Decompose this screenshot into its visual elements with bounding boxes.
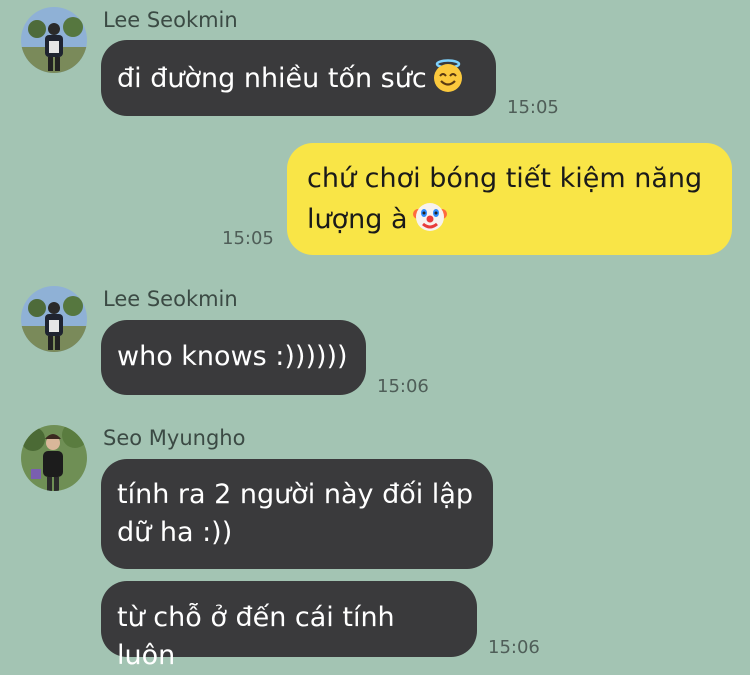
message-text: chứ chơi bóng tiết kiệm năng lượng à	[307, 163, 703, 235]
smiling-face-with-halo-icon	[431, 59, 465, 104]
message-timestamp: 15:06	[488, 637, 540, 658]
avatar-lee-seokmin[interactable]	[21, 7, 87, 73]
message-bubble-incoming[interactable]: từ chỗ ở đến cái tính luôn	[101, 581, 477, 671]
message-timestamp: 15:05	[507, 97, 559, 118]
message-bubble-incoming[interactable]: tính ra 2 người này đối lập dữ ha :))	[101, 459, 493, 569]
message-bubble-incoming[interactable]: who knows :))))))	[101, 320, 366, 395]
message-text: tính ra 2 người này đối lập dữ ha :))	[117, 479, 473, 548]
message-timestamp: 15:05	[222, 228, 274, 249]
sender-name: Seo Myungho	[103, 426, 246, 450]
message-bubble-incoming[interactable]: đi đường nhiều tốn sức	[101, 40, 496, 116]
message-text: đi đường nhiều tốn sức	[117, 63, 427, 94]
sender-name: Lee Seokmin	[103, 287, 238, 311]
message-bubble-outgoing[interactable]: chứ chơi bóng tiết kiệm năng lượng à	[287, 143, 732, 255]
clown-face-icon	[412, 198, 448, 245]
avatar-seo-myungho[interactable]	[21, 425, 87, 491]
sender-name: Lee Seokmin	[103, 8, 238, 32]
message-timestamp: 15:06	[377, 376, 429, 397]
avatar-lee-seokmin[interactable]	[21, 286, 87, 352]
message-text: who knows :))))))	[117, 341, 348, 372]
message-text: từ chỗ ở đến cái tính luôn	[117, 602, 395, 671]
